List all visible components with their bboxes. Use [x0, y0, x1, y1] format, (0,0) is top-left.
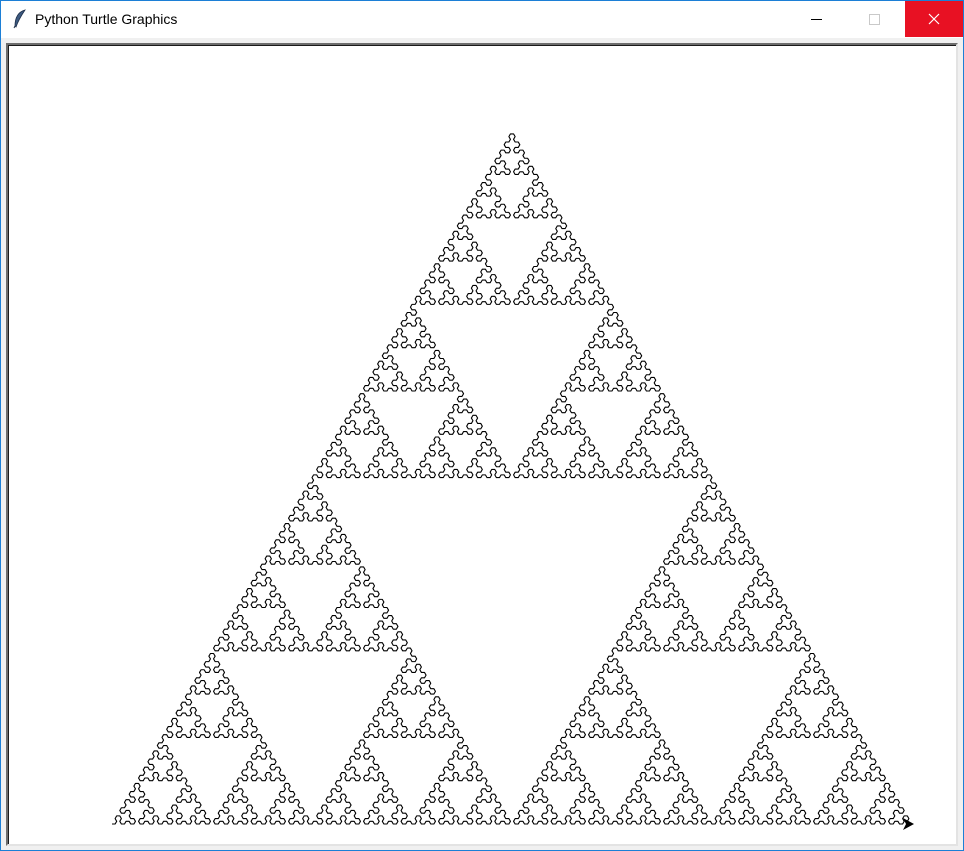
- maximize-button[interactable]: [851, 1, 897, 37]
- sierpinski-arrowhead-curve: [112, 133, 912, 825]
- drawing-surface: [112, 133, 914, 830]
- window-title: Python Turtle Graphics: [35, 11, 178, 27]
- title-bar[interactable]: Python Turtle Graphics: [1, 1, 963, 38]
- feather-icon: [13, 9, 26, 29]
- turtle-canvas[interactable]: [6, 43, 958, 846]
- minimize-icon: [810, 18, 822, 20]
- minimize-button[interactable]: [793, 1, 839, 37]
- maximize-icon: [868, 13, 880, 25]
- close-button[interactable]: [905, 1, 963, 37]
- close-icon: [928, 13, 940, 25]
- turtle-window: Python Turtle Graphics: [0, 0, 964, 851]
